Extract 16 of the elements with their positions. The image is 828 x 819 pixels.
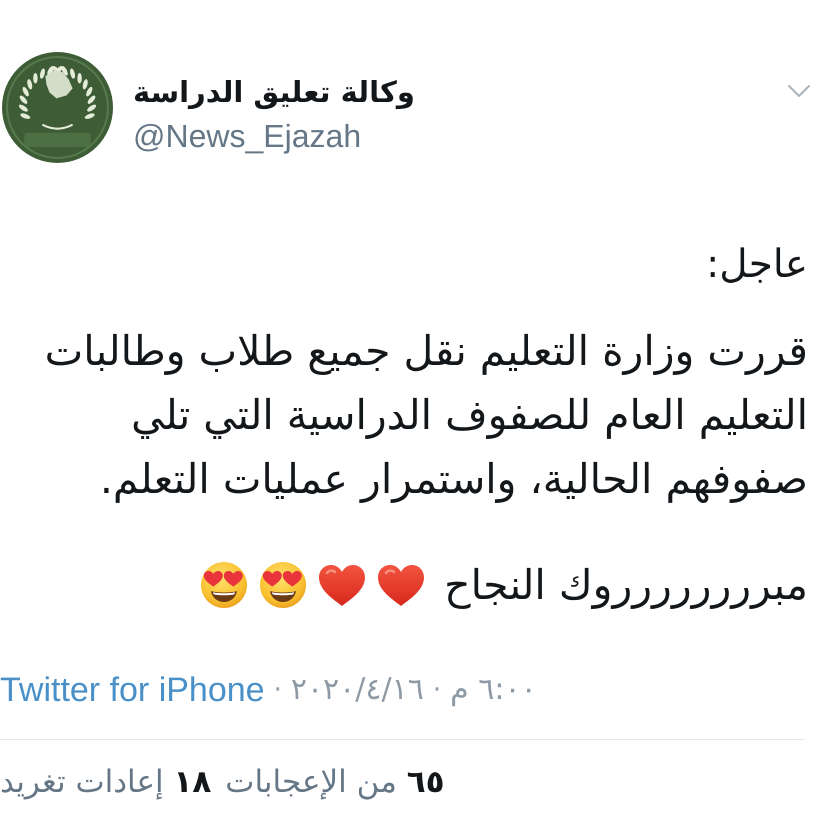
heart-eyes-face-icon: [260, 562, 306, 608]
tweet-date: ٢٠٢٠/٤/١٦: [290, 671, 424, 709]
tweet-time: ٦:٠٠ م: [450, 671, 537, 709]
closing-text: مبرررررررروك النجاح: [444, 560, 808, 611]
meta-separator: ·: [432, 674, 442, 707]
author-name[interactable]: وكالة تعليق الدراسة: [133, 72, 415, 112]
author-handle[interactable]: @News_Ejazah: [133, 116, 362, 156]
tweet-text: قررت وزارة التعليم نقل جميع طلاب وطالبات التعليم العام للصفوف الدراسية التي تلي صفوفهم الحالية، واستمرار عمليات التعلم.: [44, 326, 808, 505]
heart-eyes-face-icon: [201, 562, 248, 608]
heart-icon: [319, 564, 366, 606]
wreath-logo-avatar[interactable]: [2, 52, 113, 163]
engagement-stat[interactable]: ٦٥ من الإعجابات: [225, 762, 445, 802]
headline-text: عاجل:: [705, 241, 808, 289]
meta-separator: ·: [274, 674, 282, 707]
heart-icon: [378, 564, 424, 606]
engagement-stat[interactable]: ١٨ إعادات تغريد: [0, 762, 212, 802]
